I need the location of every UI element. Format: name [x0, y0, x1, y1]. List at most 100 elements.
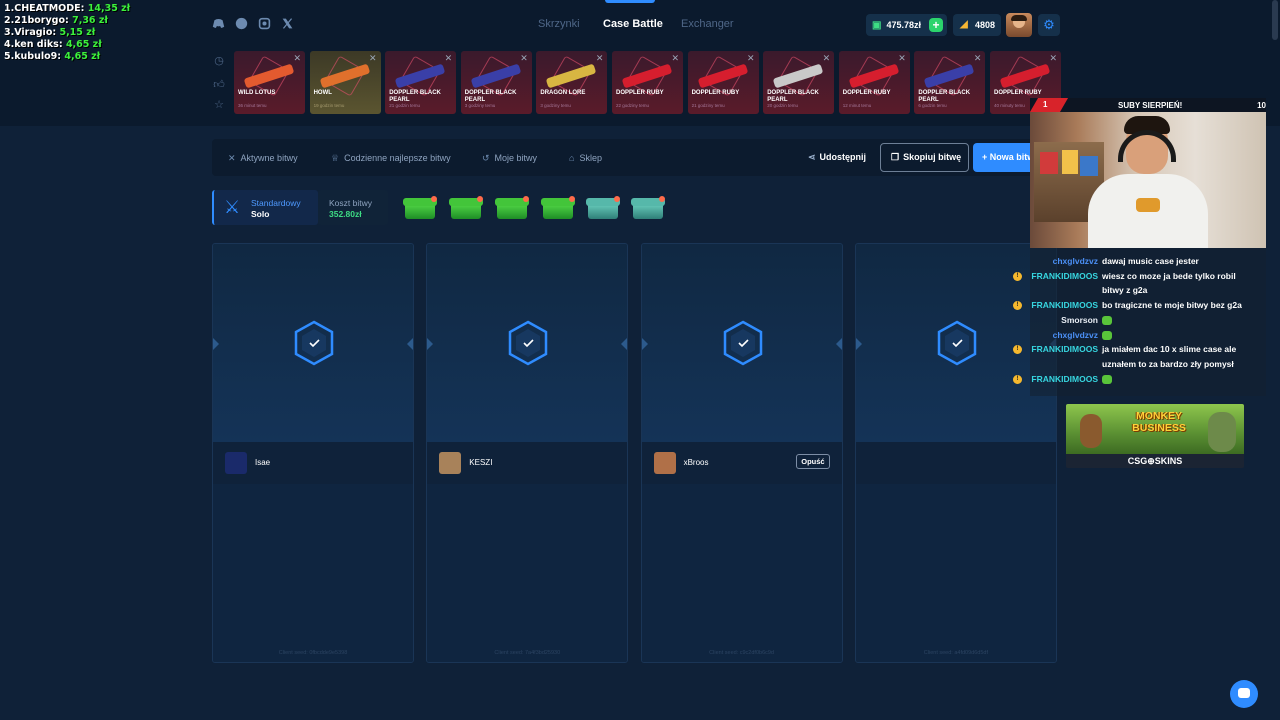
drop-name: DOPPLER RUBY: [691, 90, 740, 96]
drop-card[interactable]: ✕ DOPPLER RUBY 21 godziny temu: [687, 51, 759, 114]
close-icon[interactable]: ✕: [445, 53, 453, 64]
drop-card[interactable]: ✕ HOWL 19 godzin temu: [309, 51, 381, 114]
close-icon[interactable]: ✕: [369, 53, 377, 64]
leaderboard-row: 5.kubulo9: 4,65 zł: [4, 51, 101, 62]
balance-display[interactable]: ▣ 475.78zł +: [866, 14, 947, 36]
drop-card[interactable]: ✕ DOPPLER BLACK PEARL 20 godzin temu: [763, 51, 835, 114]
case-icon[interactable]: [631, 196, 665, 220]
copy-battle-button[interactable]: ❐ Skopiuj bitwę: [880, 143, 969, 172]
drop-card[interactable]: ✕ DOPPLER RUBY 22 godziny temu: [612, 51, 683, 114]
history-icon: ↺: [482, 153, 490, 163]
items-won-area: [855, 484, 1056, 662]
copy-icon: ❐: [891, 152, 900, 162]
user-avatar[interactable]: [1006, 13, 1032, 37]
drop-name: WILD LOTUS: [238, 90, 276, 96]
drop-card[interactable]: ✕ DOPPLER BLACK PEARL 3 godziny temu: [460, 51, 532, 114]
discord-icon[interactable]: [210, 17, 226, 33]
drop-time: 12 minut temu: [842, 103, 872, 108]
chat-username: FRANKIDIMOOS: [1031, 344, 1098, 355]
close-icon[interactable]: ✕: [823, 53, 831, 64]
instagram-icon[interactable]: [256, 17, 272, 33]
drop-time: 40 minuty temu: [994, 103, 1025, 108]
tab-my-battles[interactable]: ↺ Moje bitwy: [482, 153, 537, 164]
reel-pointer-right: [835, 338, 842, 350]
player-name: KESZI: [469, 458, 493, 467]
chat-message: uznałem to za bardzo zły pomysł: [1030, 357, 1266, 372]
ready-check-icon: [936, 320, 978, 366]
thumbs-up-icon[interactable]: 👍︎: [212, 78, 226, 91]
drop-card[interactable]: ✕ DOPPLER BLACK PEARL 21 godzin temu: [385, 51, 457, 114]
basket-icon: ⌂: [569, 153, 575, 163]
coins-display[interactable]: ◢ 4808: [953, 14, 1001, 36]
reel-pointer-left: [855, 338, 862, 350]
drop-card[interactable]: ✕ DRAGON LORE 3 godziny temu: [536, 51, 608, 114]
drop-card[interactable]: ✕ DOPPLER BLACK PEARL 6 godzin temu: [914, 51, 986, 114]
page-scrollbar[interactable]: [1272, 0, 1278, 40]
battle-cost-box: Koszt bitwy 352.80zł: [318, 190, 388, 225]
close-icon[interactable]: ✕: [747, 53, 755, 64]
chat-message: ! FRANKIDIMOOS: [1013, 372, 1266, 387]
player-bar: [855, 442, 1056, 484]
close-icon[interactable]: ✕: [520, 53, 528, 64]
tab-active-battles[interactable]: ✕ Aktywne bitwy: [228, 153, 298, 164]
case-icon[interactable]: [586, 196, 620, 220]
leaderboard-row: 2.21borygo: 7,36 zł: [4, 15, 108, 26]
player-name: Isae: [255, 458, 271, 467]
drop-name: DRAGON LORE: [540, 90, 586, 96]
close-icon[interactable]: ✕: [596, 53, 604, 64]
items-won-area: [427, 484, 628, 662]
chat-text: ja miałem dac 10 x slime case ale: [1102, 344, 1237, 355]
emote-icon: [1102, 313, 1112, 328]
facebook-icon[interactable]: [233, 17, 249, 33]
nav-cases[interactable]: Skrzynki: [538, 18, 580, 30]
chat-message: bitwy z g2a: [1030, 283, 1266, 298]
client-seed: Client seed: 0fbcdde9e5398: [278, 650, 348, 656]
nav-exchanger[interactable]: Exchanger: [681, 18, 734, 30]
chat-username: Smorson: [1061, 314, 1098, 325]
ready-check-icon: [507, 320, 549, 366]
close-icon[interactable]: ✕: [974, 53, 982, 64]
close-icon[interactable]: ✕: [898, 53, 906, 64]
settings-gear-icon[interactable]: ⚙: [1038, 14, 1060, 36]
close-icon[interactable]: ✕: [1049, 53, 1057, 64]
stream-chat: chxglvdzvz dawaj music case jester! FRANKI…: [1013, 248, 1266, 396]
star-icon[interactable]: ☆: [212, 98, 226, 111]
drop-name: DOPPLER RUBY: [616, 90, 664, 96]
chat-message: ! FRANKIDIMOOS ja miałem dac 10 x slime ca…: [1013, 342, 1266, 357]
player-slot: Isae Client seed: 0fbcdde9e5398: [212, 243, 414, 663]
clock-icon[interactable]: ◷: [212, 54, 226, 67]
reel-pointer-left: [213, 338, 219, 350]
tab-shop[interactable]: ⌂ Sklep: [569, 153, 602, 163]
case-icon[interactable]: [403, 196, 437, 220]
case-icon[interactable]: [495, 196, 529, 220]
chat-username: FRANKIDIMOOS: [1031, 270, 1098, 281]
close-icon[interactable]: ✕: [293, 53, 301, 64]
chat-badge-icon: !: [1013, 374, 1022, 384]
drop-name: DOPPLER BLACK PEARL: [389, 90, 441, 103]
chat-username: chxglvdzvz: [1052, 256, 1098, 266]
reel-pointer-right: [621, 338, 628, 350]
share-button[interactable]: ⋖ Udostępnij: [808, 152, 866, 163]
close-icon[interactable]: ✕: [671, 53, 679, 64]
tab-daily-best[interactable]: ♕ Codzienne najlepsze bitwy: [331, 153, 451, 164]
chat-message: ! FRANKIDIMOOS wiesz co moze ja bede tylko…: [1013, 269, 1266, 284]
x-twitter-icon[interactable]: [279, 17, 295, 33]
case-icon[interactable]: [449, 196, 483, 220]
reel-pointer-left: [427, 338, 434, 350]
drop-name: DOPPLER RUBY: [994, 90, 1042, 96]
leaderboard-overlay: 1.CHEATMODE: 14,35 zł 2.21borygo: 7,36 z…: [4, 3, 130, 63]
chat-text: uznałem to za bardzo zły pomysł: [1102, 358, 1234, 369]
deposit-button[interactable]: +: [929, 18, 943, 32]
player-avatar: [225, 452, 247, 474]
drop-card[interactable]: ✕ WILD LOTUS 36 minut temu: [234, 51, 305, 114]
leave-button[interactable]: Opuść: [796, 454, 830, 469]
chat-text: wiesz co moze ja bede tylko robil: [1102, 270, 1236, 281]
drop-time: 3 godziny temu: [540, 103, 571, 108]
drop-card[interactable]: ✕ DOPPLER RUBY 12 minut temu: [838, 51, 910, 114]
reel-pointer-right: [407, 338, 413, 350]
balance-value: 475.78zł: [886, 20, 921, 30]
case-icon[interactable]: [541, 196, 575, 220]
nav-case-battle[interactable]: Case Battle: [603, 18, 663, 30]
support-chat-button[interactable]: [1230, 680, 1258, 708]
coins-value: 4808: [975, 20, 996, 30]
